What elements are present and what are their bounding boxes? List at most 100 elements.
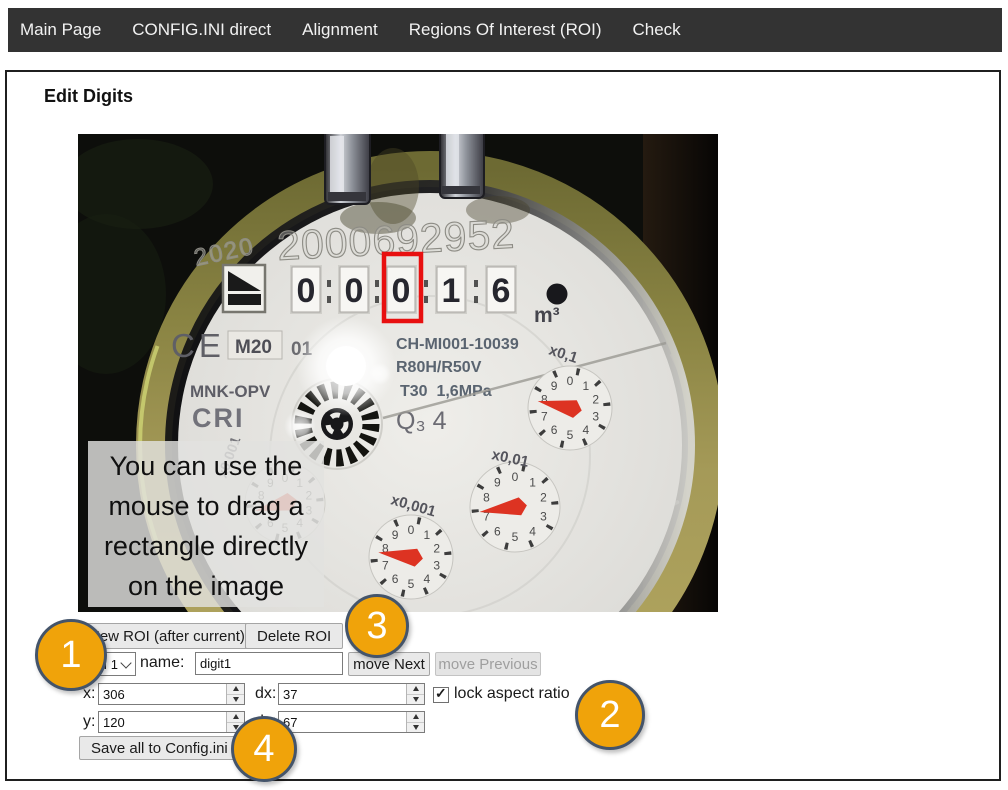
svg-text:6: 6	[494, 524, 501, 538]
svg-text:0: 0	[297, 272, 316, 310]
callout-2: 2	[575, 680, 645, 750]
edit-digits-panel: Edit Digits	[5, 70, 1001, 781]
meter-brand: MNK-OPV	[190, 382, 271, 401]
spin-up-button[interactable]	[407, 684, 424, 695]
meter-temp-pressure: T30 1,6MPa	[400, 383, 492, 400]
svg-text:6: 6	[492, 272, 511, 310]
svg-text:4: 4	[529, 524, 536, 538]
page: Main Page CONFIG.INI direct Alignment Re…	[0, 0, 1008, 790]
meter-type-code: CH-MI001-10039	[396, 336, 519, 353]
svg-text:9: 9	[494, 476, 501, 490]
save-config-button[interactable]: Save all to Config.ini	[79, 736, 240, 760]
check-icon: ✓	[435, 685, 447, 702]
odometer-cell: 1	[435, 265, 467, 314]
svg-text:7: 7	[541, 409, 548, 423]
arrow-down-icon	[413, 725, 419, 730]
svg-text:9: 9	[551, 379, 558, 393]
nav-item-alignment[interactable]: Alignment	[302, 20, 378, 40]
arrow-down-icon	[233, 697, 239, 702]
odometer-cell: 0	[338, 265, 370, 314]
svg-text:4: 4	[583, 423, 590, 437]
meter-model: CRI	[192, 403, 245, 433]
svg-text:5: 5	[567, 428, 574, 442]
lock-aspect-ratio-checkbox[interactable]: ✓	[433, 687, 449, 703]
callout-4: 4	[231, 716, 297, 782]
svg-text:3: 3	[433, 558, 440, 572]
page-title: Edit Digits	[44, 86, 133, 107]
svg-text:0: 0	[408, 523, 415, 537]
spin-down-button[interactable]	[407, 723, 424, 733]
svg-text:2: 2	[433, 542, 440, 556]
arrow-down-icon	[413, 697, 419, 702]
dx-field	[278, 683, 425, 705]
svg-text:2: 2	[540, 491, 547, 505]
callout-1: 1	[35, 619, 107, 691]
svg-text:3: 3	[592, 409, 599, 423]
arrow-up-icon	[413, 714, 419, 719]
top-navbar: Main Page CONFIG.INI direct Alignment Re…	[8, 8, 1002, 52]
x-field	[98, 683, 245, 705]
meter-q3-label: Q₃ 4	[396, 407, 447, 435]
nav-item-check[interactable]: Check	[632, 20, 680, 40]
callout-3: 3	[345, 594, 409, 658]
meter-image[interactable]: 2020 2000692952 0	[78, 134, 718, 612]
svg-text:0: 0	[345, 272, 364, 310]
svg-text:5: 5	[408, 577, 415, 591]
dy-input[interactable]	[279, 712, 406, 732]
svg-text:1: 1	[442, 272, 461, 310]
y-input[interactable]	[99, 712, 226, 732]
dx-spinner	[406, 684, 424, 704]
meter-logo	[223, 265, 265, 312]
odometer-cell: 0	[290, 265, 322, 314]
svg-text:3: 3	[540, 509, 547, 523]
spin-up-button[interactable]	[227, 684, 244, 695]
svg-text:8: 8	[483, 491, 490, 505]
svg-text:1: 1	[583, 379, 590, 393]
spin-down-button[interactable]	[407, 695, 424, 705]
arrow-up-icon	[233, 686, 239, 691]
svg-text:4: 4	[424, 572, 431, 586]
move-previous-button[interactable]: move Previous	[435, 652, 541, 676]
meter-ce-mark: CE	[171, 327, 225, 364]
svg-text:6: 6	[392, 572, 399, 586]
dx-input[interactable]	[279, 684, 406, 704]
svg-text:0: 0	[567, 374, 574, 388]
spin-up-button[interactable]	[407, 712, 424, 723]
chevron-down-icon	[120, 657, 131, 668]
svg-text:0: 0	[512, 470, 519, 484]
nav-item-main-page[interactable]: Main Page	[20, 20, 101, 40]
odometer-cell: 6	[485, 265, 517, 314]
y-field	[98, 711, 245, 733]
svg-text:1: 1	[424, 528, 431, 542]
meter-flow-code: R80H/R50V	[396, 359, 482, 376]
spin-up-button[interactable]	[227, 712, 244, 723]
dx-label: dx:	[255, 685, 276, 703]
svg-text:5: 5	[512, 530, 519, 544]
name-label: name:	[140, 654, 184, 672]
y-label: y:	[83, 713, 95, 731]
lock-aspect-ratio-label: lock aspect ratio	[454, 685, 570, 703]
arrow-up-icon	[413, 686, 419, 691]
meter-dot	[547, 284, 568, 305]
svg-text:6: 6	[551, 423, 558, 437]
x-spinner	[226, 684, 244, 704]
svg-text:7: 7	[382, 558, 389, 572]
meter-clip-left	[325, 134, 370, 204]
odometer-cell: 0	[385, 265, 417, 314]
drag-hint-overlay: You can use the mouse to drag a rectangl…	[88, 441, 324, 607]
svg-text:0: 0	[392, 272, 411, 310]
x-input[interactable]	[99, 684, 226, 704]
svg-text:2: 2	[592, 393, 599, 407]
nav-item-regions-of-interest[interactable]: Regions Of Interest (ROI)	[409, 20, 602, 40]
dy-field	[278, 711, 425, 733]
roi-name-input[interactable]	[195, 652, 343, 675]
spin-down-button[interactable]	[227, 695, 244, 705]
meter-clip-right	[440, 134, 484, 198]
meter-unit: m³	[534, 304, 560, 327]
svg-text:9: 9	[392, 528, 399, 542]
dy-spinner	[406, 712, 424, 732]
delete-roi-button[interactable]: Delete ROI	[245, 623, 343, 649]
arrow-up-icon	[233, 714, 239, 719]
nav-item-config-ini-direct[interactable]: CONFIG.INI direct	[132, 20, 271, 40]
svg-text:1: 1	[529, 476, 536, 490]
